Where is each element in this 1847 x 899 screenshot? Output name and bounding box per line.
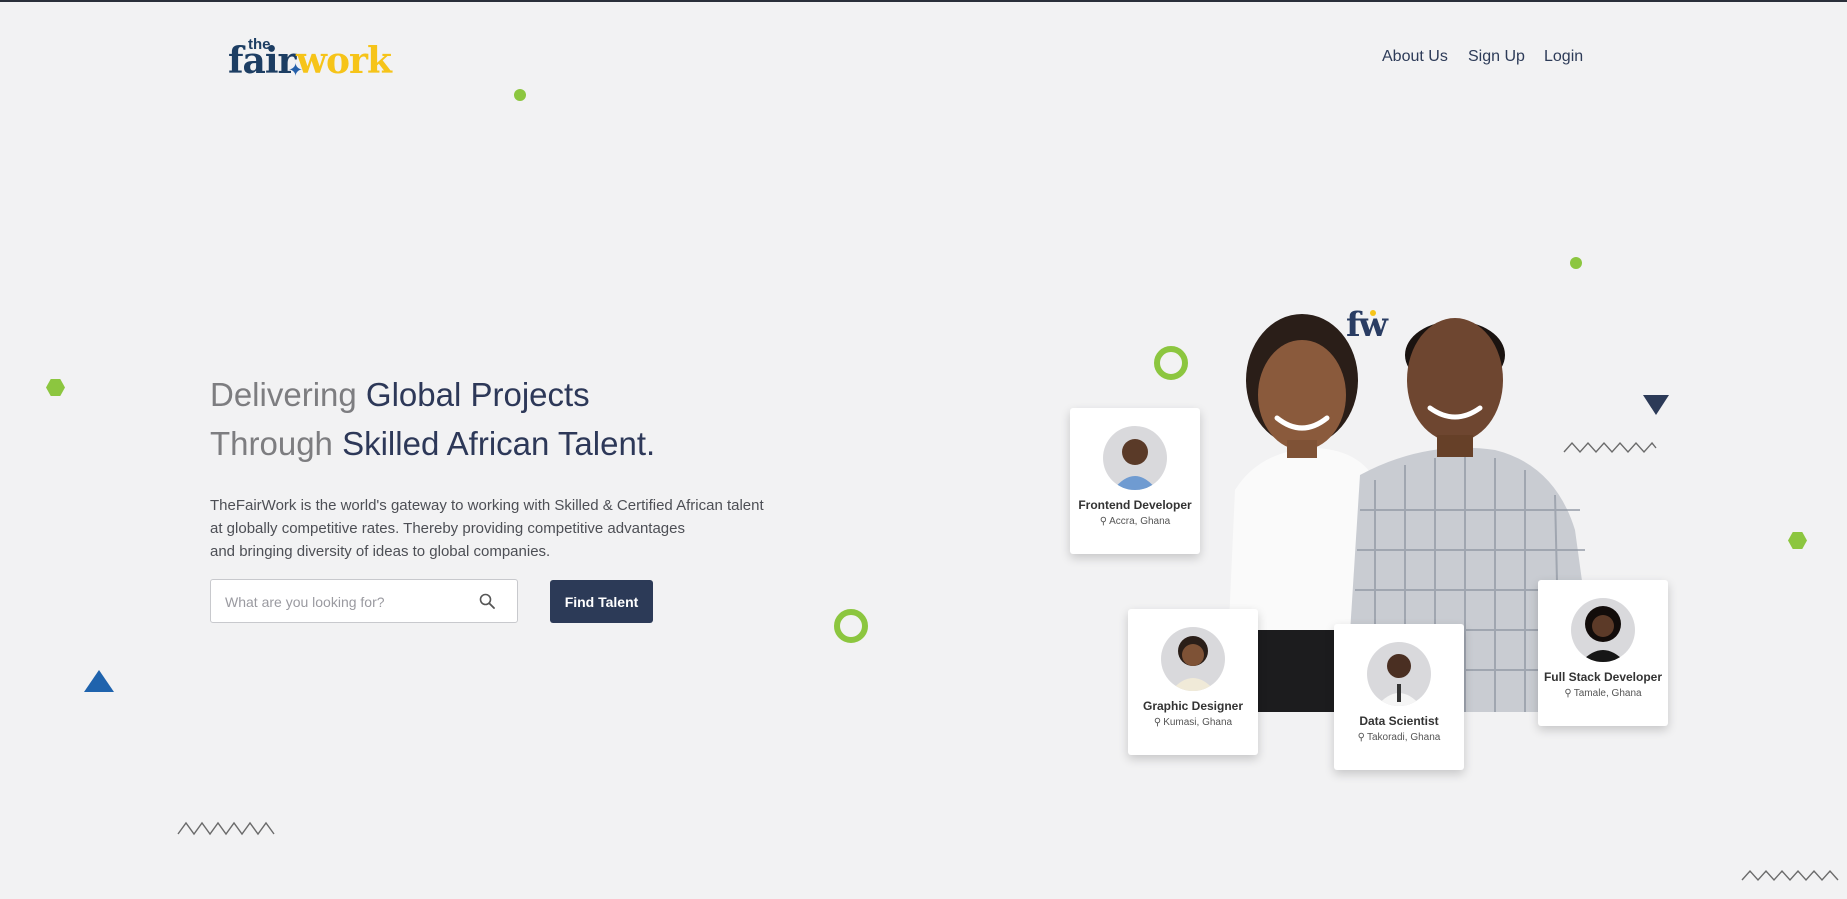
avatar (1571, 598, 1635, 662)
decor-hexagon (46, 378, 65, 397)
woman-face (1258, 340, 1346, 450)
decor-ring (834, 609, 868, 643)
avatar (1161, 627, 1225, 691)
card-role: Data Scientist (1359, 714, 1439, 728)
search-icon[interactable] (479, 593, 495, 609)
location-pin-icon: ⚲ (1099, 516, 1108, 527)
card-location: ⚲ Kumasi, Ghana (1153, 717, 1233, 728)
headline-skilled-talent: Skilled African Talent. (342, 425, 656, 462)
headline-delivering: Delivering (210, 376, 366, 413)
talent-card[interactable]: Full Stack Developer ⚲ Tamale, Ghana (1538, 580, 1668, 726)
decor-zigzag (177, 821, 275, 836)
search-box (210, 579, 518, 623)
nav-login[interactable]: Login (1544, 48, 1583, 66)
card-location: ⚲ Takoradi, Ghana (1357, 732, 1441, 743)
card-location: ⚲ Accra, Ghana (1099, 516, 1171, 527)
nav-about-us[interactable]: About Us (1382, 48, 1448, 66)
top-border (0, 0, 1847, 2)
avatar (1367, 642, 1431, 706)
talent-card[interactable]: Graphic Designer ⚲ Kumasi, Ghana (1128, 609, 1258, 755)
card-role: Graphic Designer (1142, 699, 1244, 713)
decor-dot (1570, 257, 1582, 269)
hero-description-line: and bringing diversity of ideas to globa… (210, 543, 551, 560)
hero-description: TheFairWork is the world's gateway to wo… (210, 494, 830, 563)
decor-hexagon (1788, 531, 1807, 550)
man-face (1407, 318, 1503, 442)
hero-section: Delivering Global Projects Through Skill… (210, 370, 830, 563)
talent-card[interactable]: Frontend Developer ⚲ Accra, Ghana (1070, 408, 1200, 554)
hero-description-line: at globally competitive rates. Thereby p… (210, 520, 685, 537)
hero-description-line: TheFairWork is the world's gateway to wo… (210, 497, 764, 514)
talent-card[interactable]: Data Scientist ⚲ Takoradi, Ghana (1334, 624, 1464, 770)
find-talent-button[interactable]: Find Talent (550, 580, 653, 623)
card-role: Frontend Developer (1078, 498, 1192, 512)
decor-zigzag (1741, 869, 1839, 882)
nav-sign-up[interactable]: Sign Up (1468, 48, 1525, 66)
search-input[interactable] (223, 590, 467, 614)
location-pin-icon: ⚲ (1564, 688, 1572, 699)
card-location: ⚲ Tamale, Ghana (1564, 688, 1642, 699)
headline-through: Through (210, 425, 343, 462)
decor-triangle-up (84, 670, 114, 692)
hero-headline: Delivering Global Projects Through Skill… (210, 370, 830, 468)
card-role: Full Stack Developer (1543, 670, 1663, 684)
decor-triangle-down (1643, 395, 1669, 415)
location-pin-icon: ⚲ (1357, 732, 1365, 743)
decor-dot (514, 89, 526, 101)
avatar (1103, 426, 1167, 490)
headline-global-projects: Global Projects (365, 376, 590, 413)
woman-neck (1287, 440, 1317, 458)
man-neck (1437, 435, 1473, 457)
top-nav: About Us Sign Up Login (0, 48, 1847, 68)
location-pin-icon: ⚲ (1153, 717, 1162, 728)
